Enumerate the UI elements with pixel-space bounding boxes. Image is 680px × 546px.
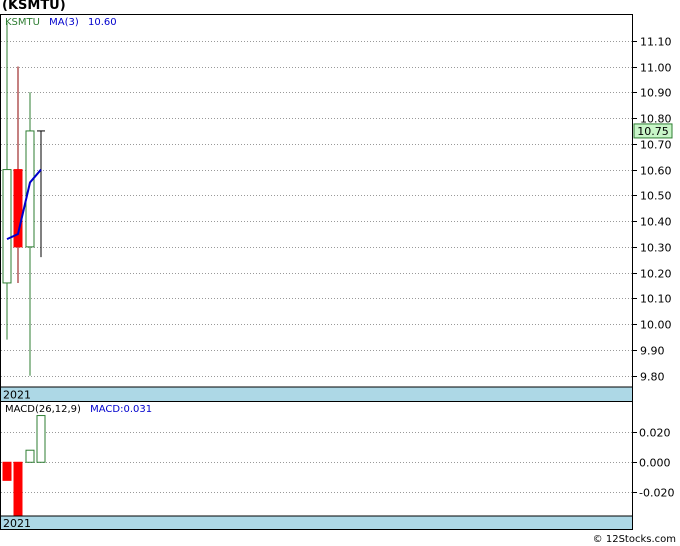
macd-tick-label: 0.020: [639, 427, 671, 440]
price-tick-label: 9.90: [640, 345, 665, 358]
price-axis: 9.80 9.90 10.00 10.10 10.20 10.30 10.40 10.50 10…: [632, 36, 672, 384]
candle-body: [2, 169, 12, 284]
price-tick-label: 10.00: [640, 319, 672, 332]
macd-tick-label: 0.000: [639, 457, 671, 470]
macd-year-label: 2021: [3, 517, 31, 530]
candle-body: [25, 130, 35, 248]
last-price-tag: 10.75: [637, 125, 669, 138]
price-panel-frame: [0, 14, 633, 402]
macd-axis: 0.020 0.000 -0.020: [632, 427, 674, 500]
macd-bar: [36, 415, 46, 463]
price-year-band: [1, 387, 632, 401]
price-tick-label: 11.10: [640, 36, 672, 49]
legend-symbol: KSMTU: [5, 17, 40, 28]
price-grid: [1, 41, 632, 377]
price-tick-label: 10.70: [640, 139, 672, 152]
price-year-label: 2021: [3, 389, 31, 402]
price-tick-label: 10.40: [640, 216, 672, 229]
macd-legend-name: MACD(26,12,9): [5, 404, 81, 415]
macd-tick-label: -0.020: [639, 487, 674, 500]
macd-bar: [2, 461, 12, 481]
price-tick-label: 11.00: [640, 62, 672, 75]
macd-grid: [1, 432, 632, 493]
macd-panel-frame: [0, 401, 633, 530]
price-marks: [2, 22, 45, 376]
legend-ma-value: 10.60: [88, 17, 117, 28]
macd-year-band: [1, 516, 632, 529]
chart-title: (KSMTU): [2, 0, 66, 13]
macd-bar: [13, 461, 23, 516]
macd-legend-value: MACD:0.031: [90, 404, 152, 415]
svg-text:MACD(26,12,9) MACD:0.031: MACD(26,12,9) MACD:0.031: [5, 404, 152, 415]
price-tick-label: 10.30: [640, 242, 672, 255]
footer-credit: © 12Stocks.com: [592, 534, 676, 545]
price-tick-label: 10.60: [640, 165, 672, 178]
price-tick-label: 10.10: [640, 293, 672, 306]
macd-bar: [25, 449, 35, 463]
legend-ma: MA(3): [49, 17, 79, 28]
stock-chart: 2021 2021 9.80 9.90 10.00 10.10 10.20 10.30 10…: [0, 14, 674, 530]
price-tick-label: 9.80: [640, 371, 665, 384]
ma3-line: [6, 168, 42, 241]
price-tick-label: 10.90: [640, 87, 672, 100]
price-tick-label: 10.50: [640, 190, 672, 203]
svg-text:KSMTU MA(3) 10.60: KSMTU MA(3) 10.60: [5, 17, 117, 28]
macd-marks: [2, 415, 46, 516]
price-tick-label: 10.20: [640, 268, 672, 281]
